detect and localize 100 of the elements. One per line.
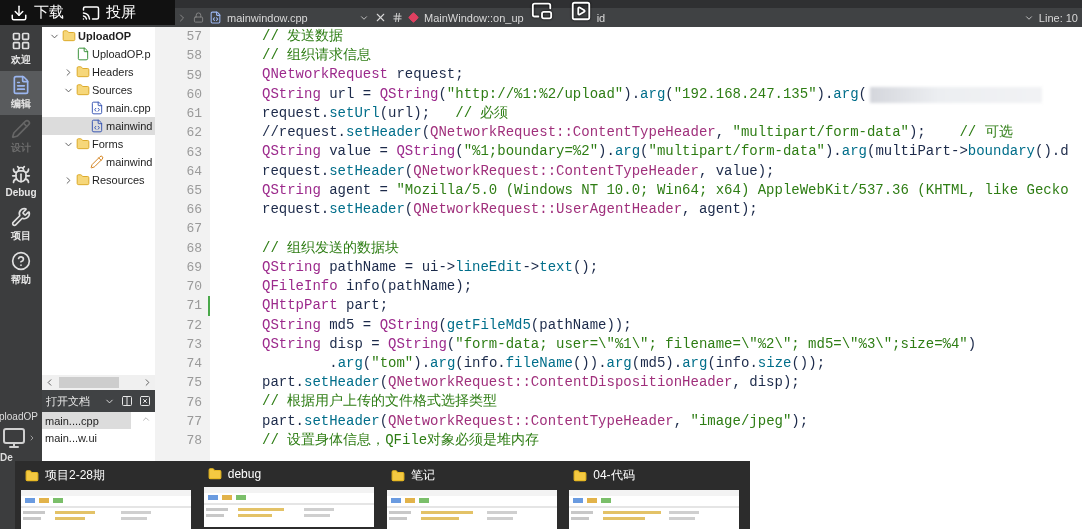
close-icon[interactable] — [374, 11, 387, 24]
split-icon[interactable] — [121, 395, 133, 407]
code-file-icon — [90, 101, 104, 115]
code-line: request.setHeader(QNetworkRequest::UserAgentHeader, agent); — [262, 200, 758, 220]
device-label: De — [0, 452, 14, 463]
project-folder-icon — [62, 29, 76, 43]
code-line: .arg("tom").arg(info.fileName()).arg(md5).arg(info.size()); — [328, 354, 826, 373]
pencil-icon — [90, 155, 104, 169]
line-number: 69 — [186, 259, 202, 275]
download-icon — [10, 3, 28, 22]
bug-icon — [11, 164, 31, 185]
folder-icon — [25, 468, 39, 483]
horizontal-scrollbar[interactable] — [42, 375, 155, 390]
line-number: 78 — [186, 433, 202, 449]
code-line: // 组织请求信息 — [262, 46, 372, 66]
line-number: 71 — [186, 298, 202, 314]
diamond-icon — [408, 12, 419, 23]
line-number: 76 — [186, 394, 202, 410]
code-line: request.setUrl(url); // 必须 — [262, 103, 509, 123]
folder-icon — [573, 468, 588, 483]
help-icon — [11, 251, 31, 271]
tree-item[interactable]: Forms — [42, 135, 155, 153]
code-file-icon — [209, 11, 222, 24]
line-number: 57 — [186, 29, 202, 45]
symbol-text: id — [596, 11, 607, 24]
picture-in-picture-icon[interactable] — [531, 0, 553, 22]
document-item[interactable]: main...w.ui — [42, 429, 131, 446]
hash-icon[interactable] — [392, 12, 403, 23]
line-number: 58 — [186, 48, 202, 64]
folder-icon — [390, 468, 405, 483]
line-number: 72 — [186, 317, 202, 333]
line-number: 63 — [186, 144, 202, 160]
wrench-icon — [11, 207, 31, 227]
code-line: QString pathName = ui->lineEdit->text(); — [262, 257, 599, 277]
debug-mode-button[interactable]: Debug — [0, 159, 42, 203]
welcome-mode-button[interactable]: 欢迎 — [0, 27, 42, 71]
code-line: request.setHeader(QNetworkRequest::ContentTypeHeader, value); — [262, 161, 775, 181]
line-number: 77 — [186, 413, 202, 429]
code-line: // 组织发送的数据块 — [262, 238, 400, 258]
line-number: 65 — [186, 183, 202, 198]
line-number: 62 — [186, 125, 202, 141]
line-number: 75 — [186, 375, 202, 391]
target-label: ploadOP — [0, 411, 39, 422]
projects-mode-button[interactable]: 项目 — [0, 203, 42, 247]
code-line: QString md5 = QString(getFileMd5(pathName)); — [262, 315, 632, 335]
lock-icon[interactable] — [193, 12, 204, 23]
tree-item[interactable]: Headers — [42, 63, 155, 81]
folder-icon — [76, 173, 90, 187]
pencil-icon — [11, 119, 31, 139]
document-item[interactable]: main....cpp — [42, 412, 131, 429]
code-line: QString agent = "Mozilla/5.0 (Windows NT 10.0; Win64; x64) AppleWebKit/537.36 (KHTML, like Gecko — [262, 180, 1069, 200]
play-icon[interactable] — [570, 0, 592, 22]
grid-icon — [11, 31, 31, 51]
tree-item[interactable]: mainwind — [42, 117, 155, 135]
code-line: QString disp = QString("form-data; user=\"%1\"; filename=\"%2\"; md5=\"%3\";size=%4") — [262, 334, 977, 354]
cast-icon — [82, 3, 100, 22]
line-number: 74 — [186, 356, 202, 372]
open-documents-title: 打开文档 — [46, 393, 91, 409]
code-line: //request.setHeader(QNetworkRequest::ContentTypeHeader, "multipart/form-data"); // 可选 — [262, 123, 1013, 143]
line-number: 70 — [186, 279, 202, 295]
tree-item[interactable]: main.cpp — [42, 99, 155, 117]
line-number: 60 — [186, 86, 202, 102]
symbol-selector[interactable]: MainWindow::on_up — [408, 11, 524, 24]
file-selector[interactable]: mainwindow.cpp — [209, 11, 369, 24]
line-number: 66 — [186, 202, 202, 218]
cast-button[interactable]: 投屏 — [82, 3, 136, 22]
document-icon — [11, 75, 31, 95]
folder-icon — [207, 467, 222, 481]
line-number: 73 — [186, 336, 202, 352]
code-line: part.setHeader(QNetworkRequest::ContentTypeHeader, "image/jpeg"); — [262, 411, 809, 431]
help-mode-button[interactable]: 帮助 — [0, 247, 42, 291]
line-number: 59 — [186, 67, 202, 83]
code-line: QString value = QString("%1;boundary=%2").arg("multipart/form-data").arg(multiPart->boundary().d — [262, 142, 1069, 162]
window-title[interactable]: 项目2-28期 — [45, 467, 106, 484]
code-line: QNetworkRequest request; — [262, 65, 464, 85]
download-button[interactable]: 下载 — [10, 3, 64, 22]
cursor-position: Line: 10 — [1038, 11, 1078, 24]
code-line: QFileInfo info(pathName); — [262, 277, 473, 297]
folder-icon — [76, 137, 90, 151]
window-title[interactable]: debug — [227, 467, 262, 481]
tree-item[interactable]: Resources — [42, 171, 155, 189]
window-title[interactable]: 笔记 — [410, 467, 435, 484]
code-line: QHttpPart part; — [262, 296, 389, 316]
tree-item[interactable]: UploadOP — [42, 27, 155, 45]
close-icon[interactable] — [139, 395, 151, 407]
monitor-icon[interactable] — [2, 426, 26, 450]
code-file-icon — [90, 119, 104, 133]
edit-mode-button[interactable]: 编辑 — [0, 71, 42, 115]
line-number: 64 — [186, 163, 202, 179]
folder-icon — [76, 65, 90, 79]
line-number: 68 — [186, 240, 202, 256]
folder-icon — [76, 83, 90, 97]
tree-item[interactable]: mainwind — [42, 153, 155, 171]
scroll-up-icon[interactable] — [141, 414, 151, 424]
tree-item[interactable]: Sources — [42, 81, 155, 99]
window-title[interactable]: 04-代码 — [593, 467, 635, 484]
code-line: // 设置身体信息，QFile对象必须是堆内存 — [262, 430, 540, 450]
tree-item[interactable]: UploadOP.p — [42, 45, 155, 63]
line-number: 67 — [186, 221, 202, 237]
file-icon — [76, 47, 90, 61]
